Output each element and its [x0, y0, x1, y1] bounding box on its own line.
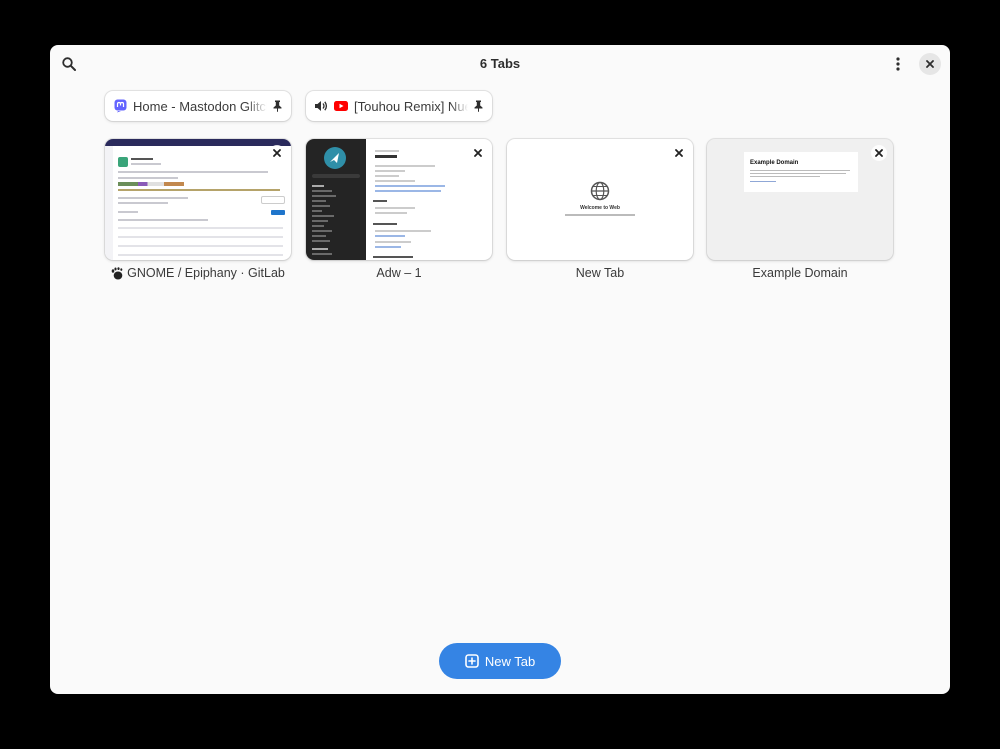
tab-label: GNOME / Epiphany · GitLab [104, 266, 292, 280]
tab-title: Example Domain [752, 266, 848, 280]
tab-label: Example Domain [706, 266, 894, 280]
tab-label: New Tab [506, 266, 694, 280]
project-avatar [118, 157, 128, 167]
thumbnail-content-box: Example Domain [744, 152, 858, 192]
main-menu-button[interactable] [886, 52, 910, 76]
close-icon [875, 149, 883, 157]
close-icon [474, 149, 482, 157]
tab-thumbnail[interactable] [306, 139, 492, 260]
close-icon [675, 149, 683, 157]
adw-logo-icon [324, 147, 346, 169]
close-tab-button[interactable] [470, 145, 486, 161]
page-title: 6 Tabs [479, 56, 521, 71]
header-bar: 6 Tabs [50, 45, 950, 83]
pin-icon [271, 99, 283, 113]
tab-title: Adw – 1 [376, 266, 422, 280]
close-icon [273, 149, 281, 157]
tab-thumbnail[interactable]: Example Domain [707, 139, 893, 260]
tab-thumbnail[interactable]: Welcome to Web [507, 139, 693, 260]
tab-title: GNOME / Epiphany · GitLab [127, 266, 285, 280]
window-close-button[interactable] [919, 53, 941, 75]
kebab-menu-icon [896, 57, 900, 71]
close-tab-button[interactable] [871, 145, 887, 161]
thumbnail-sidebar [105, 146, 113, 260]
thumbnail-heading: Example Domain [750, 160, 799, 166]
speaker-icon[interactable] [314, 99, 328, 113]
youtube-icon [334, 99, 348, 113]
new-tab-button[interactable]: New Tab [439, 643, 561, 679]
pinned-tab-mastodon[interactable]: Home - Mastodon Glitch Edition [105, 91, 291, 121]
tab-overview-window: 6 Tabs Home - Mastodon Glitch Edition [50, 45, 950, 694]
pinned-tab-title: Home - Mastodon Glitch Edition [133, 98, 267, 114]
pinned-tab-youtube[interactable]: [Touhou Remix] Nue [306, 91, 492, 121]
close-tab-button[interactable] [671, 145, 687, 161]
new-tab-label: New Tab [484, 653, 536, 669]
tab-title: New Tab [575, 266, 625, 280]
close-icon [926, 60, 934, 68]
thumbnail-topbar [105, 139, 291, 146]
tab-card-new-tab[interactable]: Welcome to Web New Tab [506, 139, 694, 280]
tab-thumbnail[interactable] [105, 139, 291, 260]
tab-card-adw[interactable]: Adw – 1 [305, 139, 493, 280]
pin-icon [472, 99, 484, 113]
mastodon-icon [113, 99, 127, 113]
globe-icon [590, 181, 610, 206]
tab-card-gitlab[interactable]: GNOME / Epiphany · GitLab [104, 139, 292, 280]
tab-label: Adw – 1 [305, 266, 493, 280]
tab-card-example-domain[interactable]: Example Domain Example Domain [706, 139, 894, 280]
close-tab-button[interactable] [269, 145, 285, 161]
gnome-foot-icon [111, 266, 123, 279]
thumbnail-heading: Welcome to Web [580, 205, 620, 211]
pinned-tab-title: [Touhou Remix] Nue [354, 98, 468, 114]
tab-new-icon [465, 654, 479, 668]
